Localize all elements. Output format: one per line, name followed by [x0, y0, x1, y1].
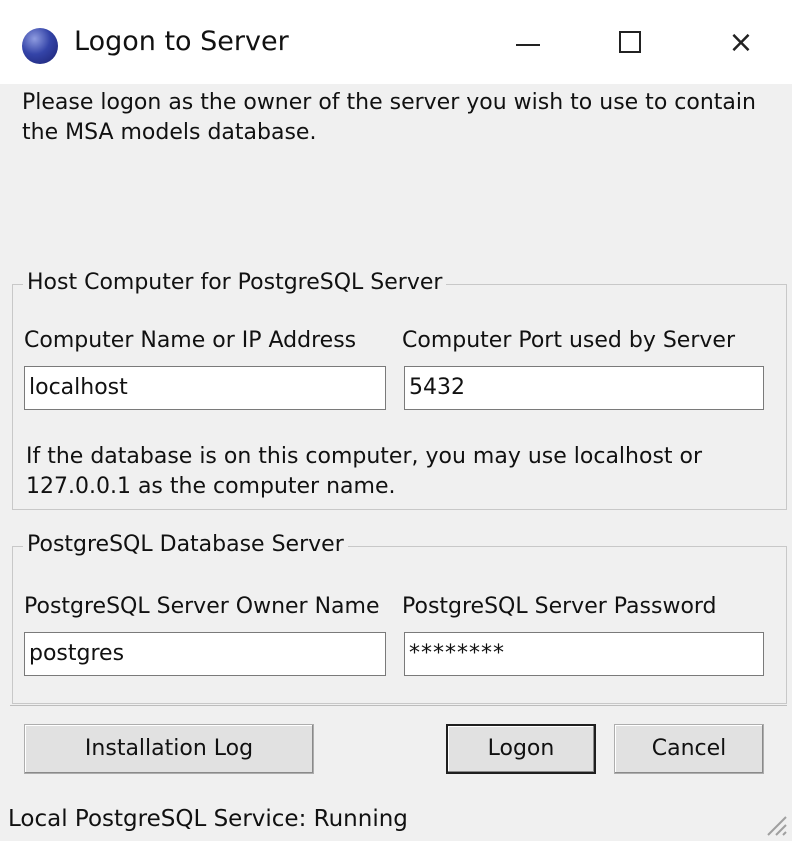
db-group-legend: PostgreSQL Database Server [23, 532, 348, 557]
maximize-icon [619, 31, 641, 53]
password-label: PostgreSQL Server Password [402, 594, 717, 619]
computer-name-label: Computer Name or IP Address [24, 328, 357, 353]
intro-text: Please logon as the owner of the server … [22, 90, 756, 145]
separator [10, 705, 787, 706]
port-label: Computer Port used by Server [402, 328, 735, 353]
close-button[interactable]: × [712, 14, 770, 72]
host-group-legend: Host Computer for PostgreSQL Server [23, 270, 447, 295]
database-server-group: PostgreSQL Database Server [12, 532, 787, 704]
installation-log-button[interactable]: Installation Log [24, 724, 314, 774]
maximize-button[interactable] [602, 14, 660, 72]
title-bar: Logon to Server × [0, 0, 792, 84]
resize-grip-icon[interactable] [760, 809, 788, 837]
window-title: Logon to Server [74, 26, 289, 57]
dialog-body: Please logon as the owner of the server … [0, 84, 792, 841]
owner-name-input[interactable]: postgres [24, 632, 386, 676]
minimize-button[interactable] [500, 14, 558, 72]
close-icon: × [728, 25, 754, 60]
postgres-globe-icon [22, 28, 58, 64]
computer-name-input[interactable]: localhost [24, 366, 386, 410]
host-hint-text: If the database is on this computer, you… [26, 444, 703, 499]
owner-name-label: PostgreSQL Server Owner Name [24, 594, 380, 619]
minimize-icon [516, 44, 540, 46]
service-status-text: Local PostgreSQL Service: Running [8, 806, 408, 832]
cancel-button[interactable]: Cancel [614, 724, 764, 774]
port-input[interactable]: 5432 [404, 366, 764, 410]
password-input[interactable]: ******** [404, 632, 764, 676]
logon-button[interactable]: Logon [446, 724, 596, 774]
